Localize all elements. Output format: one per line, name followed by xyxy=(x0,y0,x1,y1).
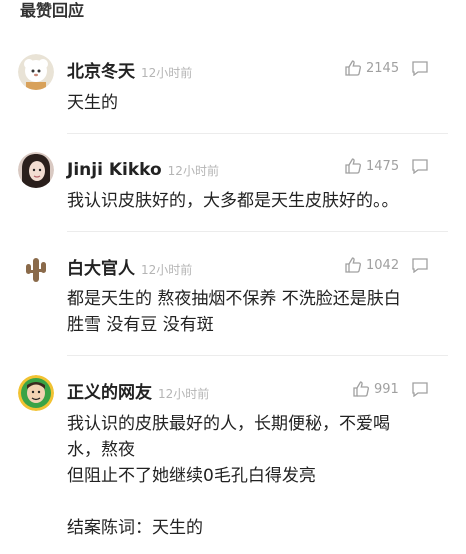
avatar[interactable] xyxy=(18,152,54,188)
like-button[interactable]: 2145 xyxy=(344,59,399,77)
comment-line: 我认识皮肤好的，大多都是天生皮肤好的。。 xyxy=(67,191,399,211)
thumbs-up-icon xyxy=(345,257,361,273)
comment-bubble-icon xyxy=(412,382,428,398)
reply-button[interactable] xyxy=(411,60,429,80)
avatar[interactable] xyxy=(18,54,54,90)
reply-button[interactable] xyxy=(411,381,429,401)
comment-bubble-icon xyxy=(412,61,428,77)
comment-bubble-icon xyxy=(412,258,428,274)
comment-line xyxy=(67,489,446,515)
thumbs-up-icon xyxy=(345,60,361,76)
like-count: 2145 xyxy=(366,60,400,76)
comment-line: 我认识的皮肤最好的人，长期便秘，不爱喝 xyxy=(67,414,390,434)
divider xyxy=(67,231,448,232)
comment-body: 天生的 xyxy=(67,90,446,116)
like-button[interactable]: 1475 xyxy=(344,157,399,175)
reply-button[interactable] xyxy=(411,257,429,277)
timestamp: 12小时前 xyxy=(167,164,219,178)
comment-line: 天生的 xyxy=(67,93,118,113)
comment-body: 我认识皮肤好的，大多都是天生皮肤好的。。 xyxy=(67,188,446,214)
timestamp: 12小时前 xyxy=(141,66,193,80)
reply-button[interactable] xyxy=(411,158,429,178)
like-button[interactable]: 1042 xyxy=(344,256,399,274)
thumbs-up-icon xyxy=(353,381,369,397)
comment-line: 胜雪 没有豆 没有斑 xyxy=(67,315,214,335)
author-label[interactable]: 白大官人 xyxy=(67,259,135,279)
timestamp: 12小时前 xyxy=(141,263,193,277)
section-title: 最赞回应 xyxy=(20,1,85,20)
author-name[interactable]: Jinji Kikko 12小时前 xyxy=(67,158,219,183)
avatar[interactable] xyxy=(18,375,54,411)
author-label[interactable]: Jinji Kikko xyxy=(67,160,162,180)
like-count: 1042 xyxy=(366,257,400,273)
comment-body: 我认识的皮肤最好的人，长期便秘，不爱喝 水，熬夜 但阻止不了她继续0毛孔白得发亮… xyxy=(67,411,446,541)
timestamp: 12小时前 xyxy=(158,387,210,401)
comment-line: 但阻止不了她继续0毛孔白得发亮 xyxy=(67,466,316,486)
author-name[interactable]: 北京冬天 12小时前 xyxy=(67,60,192,85)
author-label[interactable]: 北京冬天 xyxy=(67,62,135,82)
comment-line: 水，熬夜 xyxy=(67,440,135,460)
comment-line: 结案陈词：天生的 xyxy=(67,518,203,538)
avatar[interactable] xyxy=(18,251,54,287)
comment-line: 都是天生的 熬夜抽烟不保养 不洗脸还是肤白 xyxy=(67,289,401,309)
like-count: 1475 xyxy=(366,158,400,174)
like-count: 991 xyxy=(374,381,399,397)
divider xyxy=(67,355,448,356)
comments-page: 最赞回应 北京冬天 12小时前 2145 天生的 Jinji Kikko 12小… xyxy=(0,0,466,554)
divider xyxy=(67,133,448,134)
author-name[interactable]: 白大官人 12小时前 xyxy=(67,257,192,282)
comment-bubble-icon xyxy=(412,159,428,175)
thumbs-up-icon xyxy=(345,158,361,174)
author-name[interactable]: 正义的网友 12小时前 xyxy=(67,381,209,406)
comment-body: 都是天生的 熬夜抽烟不保养 不洗脸还是肤白 胜雪 没有豆 没有斑 xyxy=(67,286,446,338)
like-button[interactable]: 991 xyxy=(352,380,399,398)
author-label[interactable]: 正义的网友 xyxy=(67,383,152,403)
